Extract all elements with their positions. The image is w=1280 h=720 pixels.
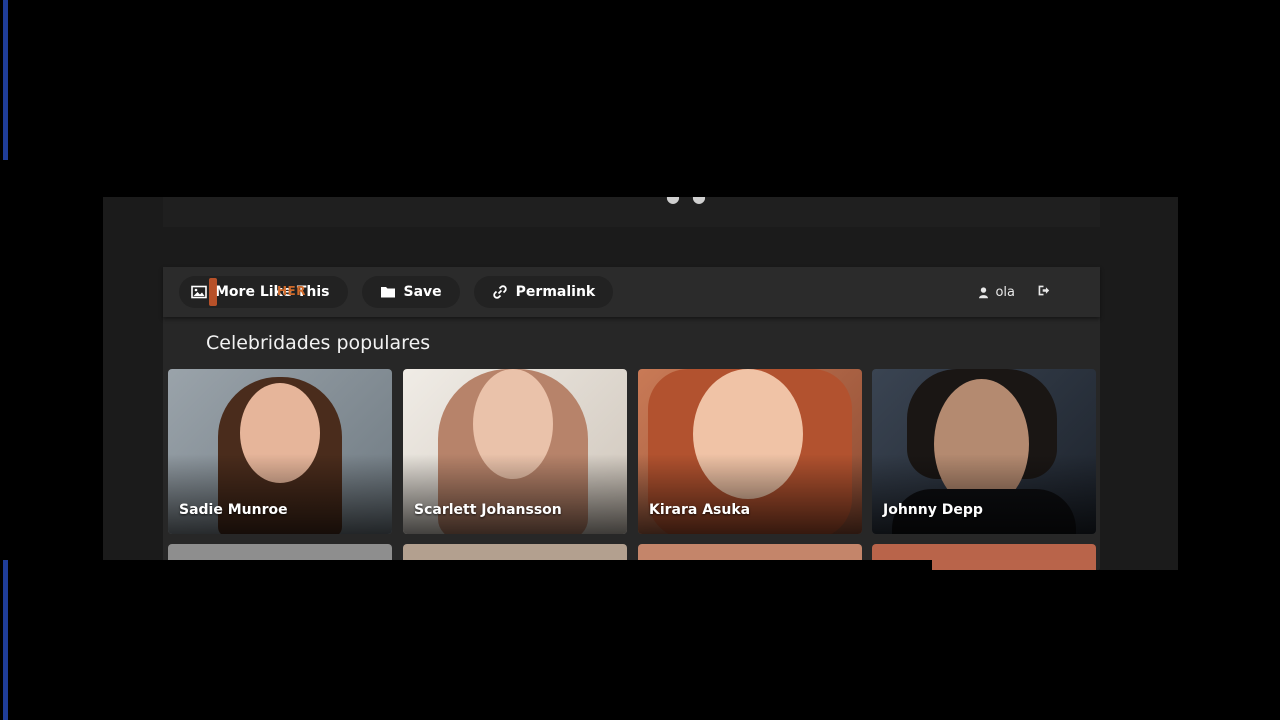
image-icon (191, 285, 207, 299)
save-label: Save (403, 284, 442, 300)
orange-marker (209, 278, 217, 306)
more-like-this-label: More Like This (215, 284, 330, 300)
permalink-button[interactable]: Permalink (473, 276, 614, 308)
left-edge-line-bottom (3, 560, 8, 720)
user-area: ola (977, 284, 1050, 301)
section-title: Celebridades populares (206, 332, 431, 354)
permalink-label: Permalink (515, 284, 596, 300)
celebrity-card[interactable]: Scarlett Johansson (403, 369, 627, 534)
celebrity-card[interactable]: Sadie Munroe (168, 369, 392, 534)
user-name: ola (995, 284, 1015, 300)
celebrity-name: Kirara Asuka (649, 502, 751, 518)
logout-button[interactable] (1037, 284, 1050, 301)
celebrity-card[interactable]: Johnny Depp (872, 369, 1096, 534)
content-panel: More Like This HER Save Permalink ola Ce… (163, 267, 1100, 570)
overlay-ghost-text: HER (277, 284, 306, 298)
celebrity-name: Sadie Munroe (179, 502, 288, 518)
logout-icon (1038, 285, 1050, 295)
celebrity-name: Johnny Depp (883, 502, 983, 518)
celebrity-name: Scarlett Johansson (414, 502, 562, 518)
instagram-icon[interactable]: ● (692, 197, 706, 206)
link-icon (492, 285, 507, 299)
social-icons: ● ● (666, 197, 706, 206)
celebrity-card[interactable]: Kirara Asuka (638, 369, 862, 534)
user-menu[interactable]: ola (977, 285, 1015, 300)
more-like-this-button[interactable]: More Like This HER (179, 276, 348, 308)
app-frame: ● ● More Like This HER Save (103, 197, 1178, 570)
facebook-icon[interactable]: ● (666, 197, 680, 206)
header-strip: ● ● (163, 197, 1100, 227)
user-icon (979, 286, 989, 298)
toolbar: More Like This HER Save Permalink ola (163, 267, 1100, 317)
left-edge-line-top (3, 0, 8, 160)
folder-icon (380, 287, 395, 298)
frame-bottom-cut (103, 560, 932, 570)
save-button[interactable]: Save (361, 276, 460, 308)
